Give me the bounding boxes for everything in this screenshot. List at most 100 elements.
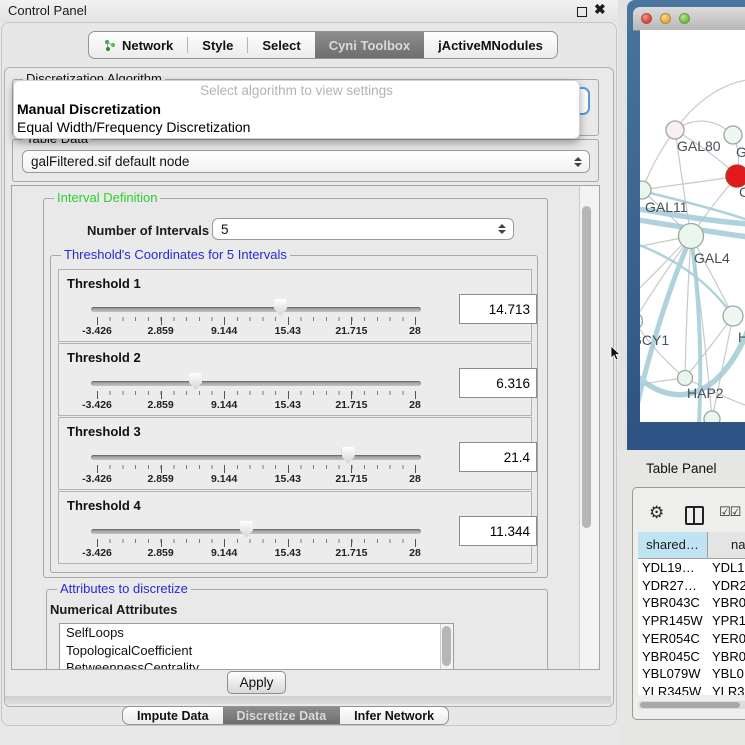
threshold-thumb-3[interactable] xyxy=(342,447,355,464)
table-row[interactable]: YDL19…YDL1 xyxy=(638,559,745,577)
interval-definition-title: Interval Definition xyxy=(54,191,160,205)
settings-scroll-panel: Interval Definition Number of Intervals … xyxy=(11,185,600,670)
node-attribute-table: shared… na YDL19…YDL1 YDR27…YDR2 YBR043C… xyxy=(638,532,745,695)
threshold-1-panel: Threshold 1 -3.4262.8599.14415.4321.7152… xyxy=(58,269,532,342)
node-gcy1 xyxy=(640,313,643,330)
settings-scrollbar-thumb[interactable] xyxy=(582,206,591,528)
threshold-3-value-field[interactable] xyxy=(459,442,537,472)
table-row[interactable]: YBR045CYBR0 xyxy=(638,648,745,666)
list-item[interactable]: SelfLoops xyxy=(60,624,453,642)
threshold-1-label: Threshold 1 xyxy=(67,276,141,291)
column-header-name[interactable]: na xyxy=(708,532,745,559)
threshold-1-slider-track[interactable] xyxy=(91,307,421,312)
threshold-3-panel: Threshold 3 -3.4262.8599.14415.4321.7152… xyxy=(58,417,532,490)
threshold-thumb-4[interactable] xyxy=(240,521,253,538)
interval-definition-group: Interval Definition Number of Intervals … xyxy=(43,198,548,578)
table-row[interactable]: YBL079WYBL0 xyxy=(638,665,745,683)
numerical-attributes-list[interactable]: SelfLoops TopologicalCoefficient Between… xyxy=(59,623,454,670)
tab-discretize-data[interactable]: Discretize Data xyxy=(223,707,341,724)
table-hscrollbar-thumb[interactable] xyxy=(640,702,740,708)
network-canvas: GAL80 GA C GAL11 GAL4 GCY1 H HAP2 xyxy=(640,30,745,422)
algorithm-dropdown-popup: Select algorithm to view settings Manual… xyxy=(13,80,580,139)
attributes-group-title: Attributes to discretize xyxy=(57,582,191,596)
zoom-traffic-light[interactable] xyxy=(679,13,690,24)
table-panel-title: Table Panel xyxy=(646,461,717,476)
apply-button[interactable]: Apply xyxy=(227,671,286,694)
minimize-traffic-light[interactable] xyxy=(660,13,671,24)
mouse-cursor xyxy=(610,346,621,361)
threshold-2-value-field[interactable] xyxy=(459,368,537,398)
control-panel-title: Control Panel xyxy=(8,0,87,22)
number-of-intervals-label: Number of Intervals xyxy=(87,223,209,238)
threshold-4-value-field[interactable] xyxy=(459,516,537,546)
close-panel-icon[interactable]: ✖ xyxy=(594,1,606,18)
node-partial-top-right xyxy=(724,126,742,144)
control-panel-titlebar: Control Panel ✖ xyxy=(0,0,618,22)
threshold-thumb-1[interactable] xyxy=(274,299,287,316)
threshold-thumb-2[interactable] xyxy=(189,373,202,390)
numerical-attributes-label: Numerical Attributes xyxy=(50,602,177,617)
table-row[interactable]: YER054CYER0 xyxy=(638,630,745,648)
node-label-gal4: GAL4 xyxy=(694,250,730,266)
float-panel-icon[interactable] xyxy=(577,7,587,17)
network-window-titlebar xyxy=(633,7,745,31)
threshold-4-panel: Threshold 4 -3.4262.8599.14415.4321.7152… xyxy=(58,491,532,564)
network-tab-icon xyxy=(103,39,116,52)
threshold-1-value-field[interactable] xyxy=(459,294,537,324)
columns-icon[interactable] xyxy=(685,506,704,525)
table-panel-box: ⚙ ☑☑ shared… na YDL19…YDL1 YDR27…YDR2 YB… xyxy=(632,487,745,720)
node-label-gcy1: GCY1 xyxy=(640,332,669,348)
node-partial-right-mid xyxy=(723,306,743,326)
attributes-group: Attributes to discretize Numerical Attri… xyxy=(46,589,548,670)
table-data-combobox[interactable]: galFiltered.sif default node xyxy=(22,150,590,173)
node-bottom-partial xyxy=(704,411,720,422)
combo-stepper-icon xyxy=(574,157,582,167)
threshold-2-label: Threshold 2 xyxy=(67,350,141,365)
threshold-4-slider-track[interactable] xyxy=(91,529,421,534)
number-of-intervals-combobox[interactable]: 5 xyxy=(212,218,514,240)
tab-style[interactable]: Style xyxy=(188,32,247,58)
node-hap2 xyxy=(678,371,693,386)
combo-stepper-icon xyxy=(498,224,506,234)
threshold-4-label: Threshold 4 xyxy=(67,498,141,513)
bottom-tabbar: Impute Data Discretize Data Infer Networ… xyxy=(122,706,449,725)
tab-select[interactable]: Select xyxy=(248,32,314,58)
table-row[interactable]: YBR043CYBR0 xyxy=(638,594,745,612)
tab-infer-network[interactable]: Infer Network xyxy=(340,707,448,724)
node-label-gal80: GAL80 xyxy=(677,138,721,154)
dropdown-option-equal-width[interactable]: Equal Width/Frequency Discretization xyxy=(14,118,579,136)
app-root: Control Panel ✖ Network Style Select Cyn… xyxy=(0,0,745,745)
gear-icon[interactable]: ⚙ xyxy=(649,503,664,523)
close-traffic-light[interactable] xyxy=(641,13,652,24)
thresholds-group-title: Threshold's Coordinates for 5 Intervals xyxy=(61,248,290,262)
panel-bottom-band xyxy=(5,696,611,704)
threshold-3-slider-track[interactable] xyxy=(91,455,421,460)
list-item[interactable]: BetweennessCentrality xyxy=(60,659,453,670)
tab-jactivemnodules[interactable]: jActiveMNodules xyxy=(424,32,557,58)
list-item[interactable]: TopologicalCoefficient xyxy=(60,642,453,660)
table-hscrollbar-track[interactable] xyxy=(638,701,745,709)
threshold-3-label: Threshold 3 xyxy=(67,424,141,439)
thresholds-group: Threshold's Coordinates for 5 Intervals … xyxy=(50,255,538,573)
node-label-hap2: HAP2 xyxy=(687,385,724,401)
dropdown-option-manual[interactable]: Manual Discretization xyxy=(14,100,579,118)
table-row[interactable]: YDR27…YDR2 xyxy=(638,577,745,595)
threshold-2-panel: Threshold 2 -3.4262.8599.14415.4321.7152… xyxy=(58,343,532,416)
node-gal80 xyxy=(666,121,684,139)
node-label-partial: GA xyxy=(736,144,745,160)
tab-impute-data[interactable]: Impute Data xyxy=(123,707,223,724)
threshold-2-slider-track[interactable] xyxy=(91,381,421,386)
table-panel-section: Table Panel ⚙ ☑☑ shared… na YDL19…YDL1 Y… xyxy=(618,450,745,745)
table-row[interactable]: YPR145WYPR1 xyxy=(638,612,745,630)
control-panel-tabbar: Network Style Select Cyni Toolbox jActiv… xyxy=(88,31,558,59)
tab-network[interactable]: Network xyxy=(89,32,187,58)
checkbox-filter-icons[interactable]: ☑☑ xyxy=(719,505,740,520)
network-view[interactable]: GAL80 GA C GAL11 GAL4 GCY1 H HAP2 xyxy=(640,30,745,422)
list-scrollbar-thumb[interactable] xyxy=(442,626,451,666)
column-header-shared[interactable]: shared… xyxy=(638,532,708,559)
table-data-value: galFiltered.sif default node xyxy=(31,154,189,169)
table-row[interactable]: YLR345WYLR3 xyxy=(638,683,745,695)
node-label-partial: C xyxy=(739,184,745,200)
node-label-gal11: GAL11 xyxy=(645,199,688,215)
tab-cyni-toolbox[interactable]: Cyni Toolbox xyxy=(315,32,424,58)
